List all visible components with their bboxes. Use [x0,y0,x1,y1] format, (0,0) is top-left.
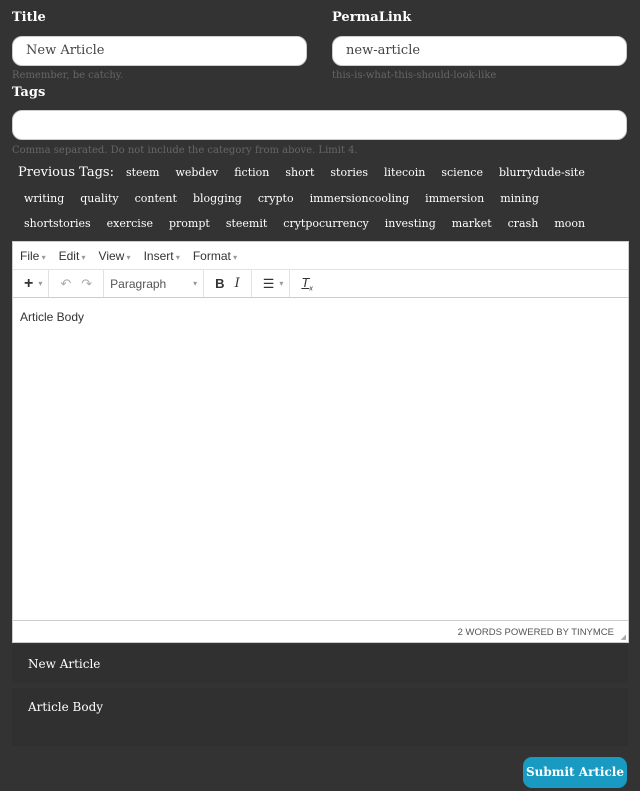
previous-tag[interactable]: stories [330,160,368,186]
previous-tag[interactable]: shortstories [24,211,91,237]
word-count: 2 WORDS POWERED BY TINYMCE [457,627,614,638]
previous-tag[interactable]: immersion [425,186,484,212]
permalink-hint: this-is-what-this-should-look-like [332,70,497,81]
permalink-label: PermaLink [332,10,412,25]
clear-formatting-icon[interactable]: Tx [301,275,312,293]
bold-icon[interactable]: B [215,276,224,291]
previous-tag[interactable]: science [441,160,483,186]
previous-tag[interactable]: moon [554,211,585,237]
tags-label: Tags [12,85,46,100]
title-input[interactable]: New Article [12,36,307,66]
previous-tag[interactable]: crash [508,211,539,237]
previous-tag[interactable]: crypto [258,186,294,212]
previous-tag[interactable]: short [285,160,314,186]
chevron-down-icon: ▾ [193,279,198,288]
undo-icon[interactable]: ↶ [60,276,71,292]
previous-tag[interactable]: litecoin [384,160,425,186]
editor-statusbar: 2 WORDS POWERED BY TINYMCE ◢ [13,620,628,642]
block-format-select[interactable]: Paragraph ▾ [104,270,205,297]
previous-tag[interactable]: investing [385,211,436,237]
italic-icon[interactable]: I [235,276,240,291]
previous-tag[interactable]: blurrydude-site [499,160,585,186]
bullet-list-icon[interactable]: ☰ [263,276,275,292]
previous-tag[interactable]: fiction [234,160,269,186]
previous-tag[interactable]: quality [80,186,118,212]
preview-body: Article Body [12,688,628,746]
tags-input[interactable] [12,110,627,140]
chevron-down-icon[interactable]: ▾ [38,279,42,288]
rich-text-editor: File Edit View Insert Format + ▾ ↶ ↷ Parag… [12,241,629,643]
previous-tag[interactable]: exercise [107,211,153,237]
menu-view[interactable]: View [99,249,131,263]
previous-tag[interactable]: content [135,186,177,212]
previous-tag[interactable]: writing [24,186,64,212]
previous-tag[interactable]: steemit [226,211,267,237]
title-label: Title [12,10,46,25]
editor-content[interactable]: Article Body [13,298,628,620]
menu-format[interactable]: Format [193,249,237,263]
menu-insert[interactable]: Insert [144,249,180,263]
menu-edit[interactable]: Edit [59,249,86,263]
resize-handle-icon[interactable]: ◢ [621,633,626,641]
previous-tag[interactable]: webdev [175,160,218,186]
previous-tag[interactable]: mining [500,186,539,212]
submit-article-button[interactable]: Submit Article [523,757,627,788]
block-format-value: Paragraph [110,276,167,291]
redo-icon[interactable]: ↷ [81,276,92,292]
previous-tag[interactable]: market [452,211,492,237]
previous-tag[interactable]: steem [126,160,160,186]
editor-menubar: File Edit View Insert Format [13,242,628,270]
previous-tag[interactable]: prompt [169,211,210,237]
permalink-input[interactable]: new-article [332,36,627,66]
previous-tag[interactable]: crytpocurrency [283,211,368,237]
previous-tag[interactable]: immersioncooling [310,186,410,212]
chevron-down-icon[interactable]: ▾ [279,279,283,288]
plus-icon[interactable]: + [24,275,33,293]
previous-tag[interactable]: blogging [193,186,242,212]
preview-title: New Article [12,645,628,683]
title-hint: Remember, be catchy. [12,70,124,81]
previous-tags-label: Previous Tags: [18,165,114,180]
editor-toolbar: + ▾ ↶ ↷ Paragraph ▾ BI ☰ ▾ Tx [13,270,628,298]
tags-hint: Comma separated. Do not include the cate… [12,145,358,156]
menu-file[interactable]: File [20,249,46,263]
